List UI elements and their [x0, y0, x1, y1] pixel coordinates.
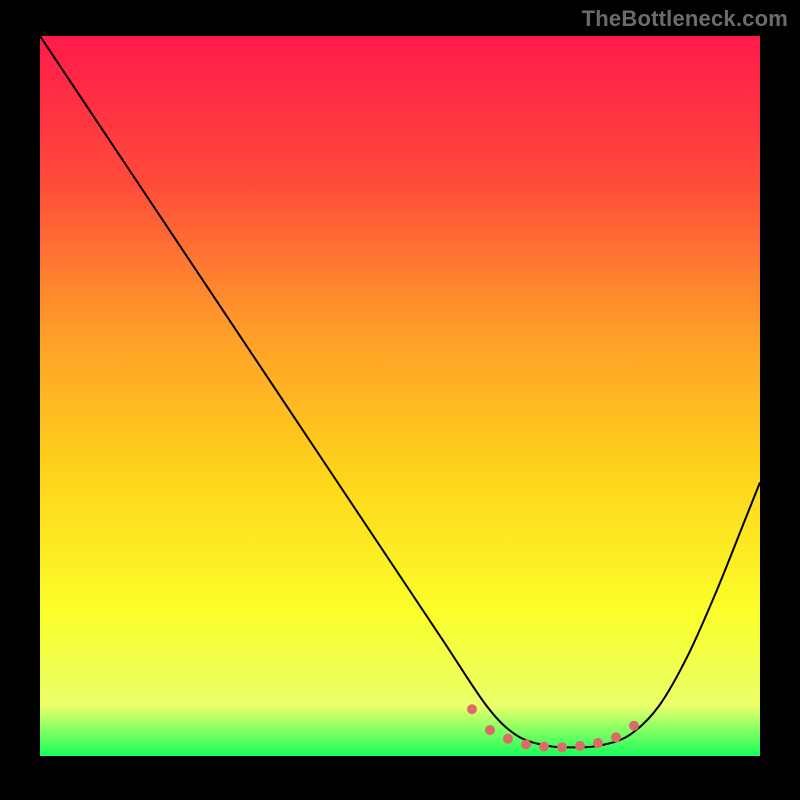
optimal-region-dots — [40, 36, 760, 756]
plot-area — [40, 36, 760, 756]
watermark-text: TheBottleneck.com — [582, 6, 788, 32]
chart-container: TheBottleneck.com — [0, 0, 800, 800]
